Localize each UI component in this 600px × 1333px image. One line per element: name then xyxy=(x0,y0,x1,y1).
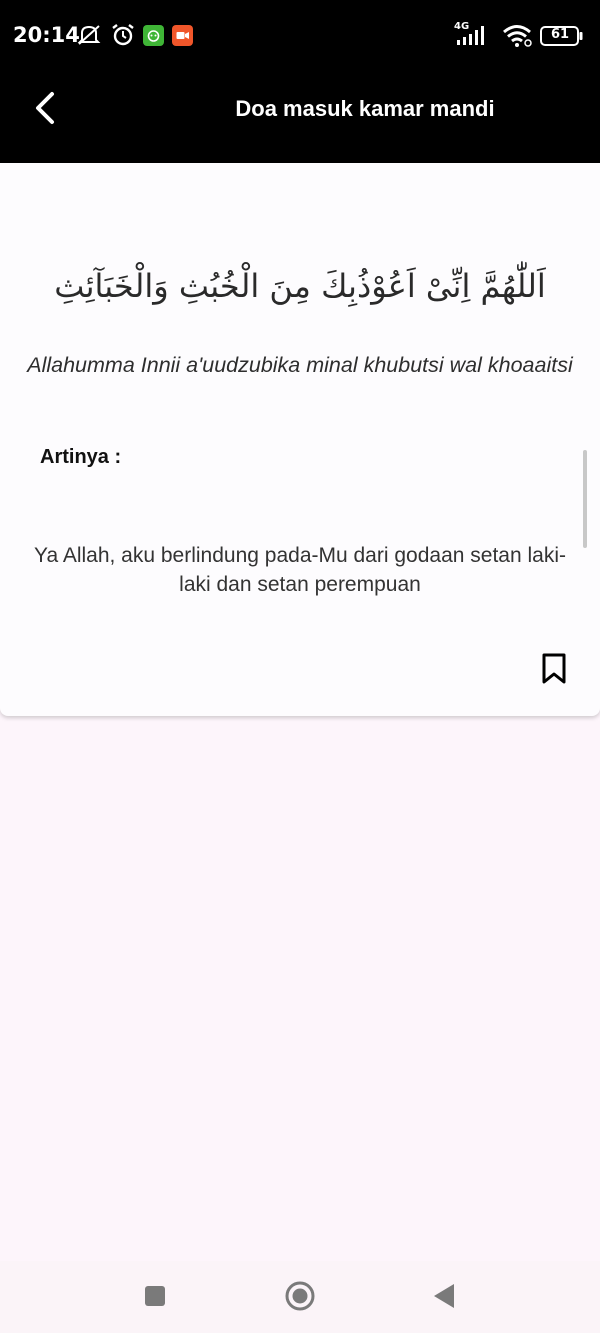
translation-text: Ya Allah, aku berlindung pada-Mu dari go… xyxy=(34,544,566,596)
prayer-card: اَللّٰهُمَّ اِنِّىْ اَعُوْذُبِكَ مِنَ ال… xyxy=(0,163,600,716)
bookmark-button[interactable] xyxy=(535,652,573,690)
app-notification-icon xyxy=(143,25,164,50)
latin-transliteration: Allahumma Innii a'uudzubika minal khubut… xyxy=(27,353,573,377)
video-record-icon xyxy=(172,25,193,50)
status-time: 20:14 xyxy=(13,23,80,47)
recents-button[interactable] xyxy=(135,1278,175,1318)
back-button[interactable] xyxy=(22,86,70,134)
mute-bell-icon xyxy=(76,22,102,52)
home-icon xyxy=(284,1280,316,1316)
scrollbar[interactable] xyxy=(583,450,587,548)
meaning-label: Artinya : xyxy=(40,446,122,468)
back-arrow-icon xyxy=(32,90,60,130)
system-nav-bar xyxy=(0,1261,600,1333)
status-bar: 20:14 4G 61 xyxy=(0,0,600,72)
page-title: Doa masuk kamar mandi xyxy=(235,96,495,121)
wifi-icon xyxy=(502,24,534,52)
app-bar: Doa masuk kamar mandi xyxy=(0,72,600,163)
battery-level: 61 xyxy=(550,27,570,42)
home-button[interactable] xyxy=(280,1278,320,1318)
network-type-label: 4G xyxy=(454,21,470,32)
nav-back-button[interactable] xyxy=(424,1278,464,1318)
bookmark-icon xyxy=(541,653,567,689)
arabic-text: اَللّٰهُمَّ اِنِّىْ اَعُوْذُبِكَ مِنَ ال… xyxy=(54,267,546,305)
recents-icon xyxy=(144,1285,166,1311)
back-icon xyxy=(432,1283,456,1313)
alarm-icon xyxy=(110,22,136,52)
